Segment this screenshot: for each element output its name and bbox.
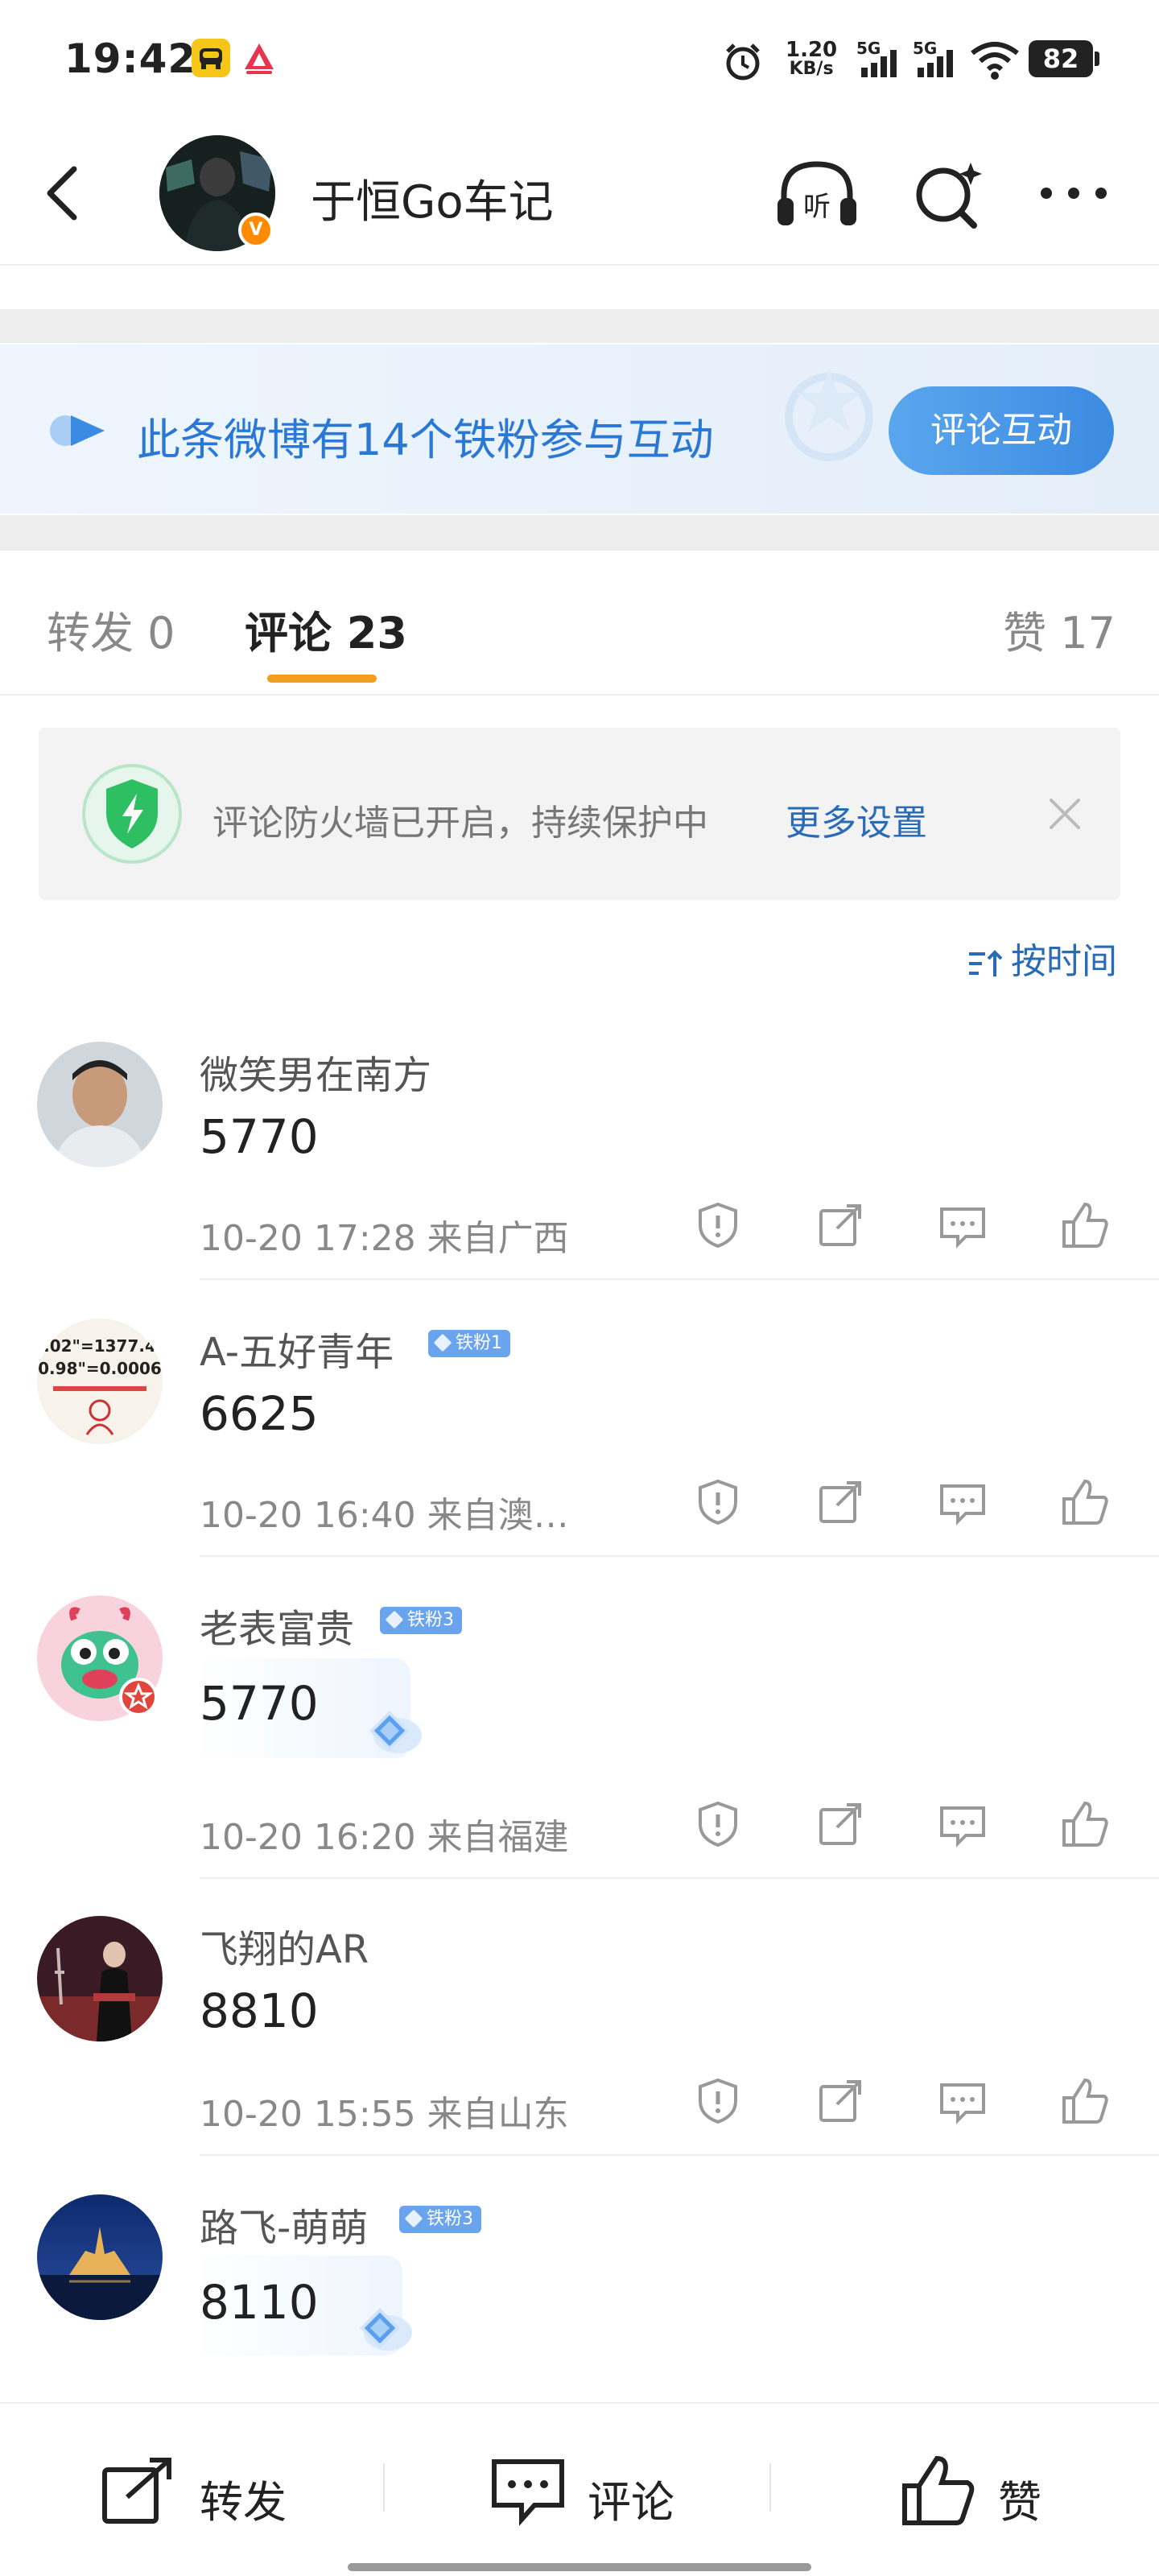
comment-button[interactable]	[489, 2450, 570, 2531]
avatar-text: 0.98"=0.0006	[38, 1359, 162, 1378]
like-icon[interactable]	[1059, 1199, 1111, 1251]
like-icon[interactable]	[1059, 1476, 1111, 1528]
listen-headphones-icon[interactable]: 听	[773, 158, 861, 230]
report-icon[interactable]	[692, 1798, 744, 1850]
comment-meta: 10-20 15:55 来自山东	[200, 2085, 569, 2136]
comment-meta: 10-20 17:28 来自广西	[200, 1209, 569, 1261]
status-time: 19:42	[64, 35, 197, 82]
more-settings-link[interactable]: 更多设置	[786, 794, 927, 845]
sort-by-time-button[interactable]: 按时间	[966, 932, 1117, 984]
comment-location: 来自广西	[427, 1218, 569, 1259]
net-speed-value: 1.20	[786, 38, 838, 62]
like-label[interactable]: 赞	[998, 2467, 1041, 2530]
author-name-title[interactable]: 于恒Go车记	[311, 166, 554, 231]
back-arrow-icon[interactable]	[40, 161, 89, 225]
divider	[200, 1877, 1159, 1879]
divider	[0, 694, 1159, 696]
comment-time: 10-20 16:20	[200, 1817, 416, 1858]
commenter-name[interactable]: 飞翔的AR	[200, 1918, 369, 1974]
tab-repost[interactable]: 转发 0	[47, 597, 175, 661]
comment-location: 来自澳…	[427, 1495, 569, 1536]
wifi-icon	[969, 40, 1021, 80]
tab-comment[interactable]: 评论 23	[245, 597, 407, 661]
like-button[interactable]	[900, 2450, 980, 2531]
diamond-sticker-icon	[354, 1699, 427, 1771]
comment-location: 来自福建	[427, 1817, 569, 1858]
fan-level-badge: 铁粉1	[428, 1330, 510, 1357]
commenter-avatar[interactable]: .02"=1377.4 0.98"=0.0006	[37, 1319, 163, 1444]
battery-indicator: 82	[1029, 40, 1099, 77]
fan-interaction-text: 此条微博有14个铁粉参与互动	[137, 415, 714, 465]
commenter-name[interactable]: 路飞-萌萌	[200, 2196, 368, 2252]
comment-text: 6625	[200, 1386, 319, 1441]
badge-star-icon	[119, 1678, 158, 1716]
comment-text: 5770	[200, 1109, 319, 1164]
commenter-avatar[interactable]	[37, 1916, 163, 2041]
alarm-icon	[721, 40, 765, 84]
divider	[769, 2463, 771, 2512]
comment-time: 10-20 16:40	[200, 1495, 416, 1536]
divider	[200, 1555, 1159, 1557]
svg-text:听: 听	[803, 191, 831, 223]
more-options-icon[interactable]	[1035, 169, 1112, 217]
section-separator	[0, 309, 1159, 343]
report-icon[interactable]	[692, 2075, 744, 2127]
comment-label[interactable]: 评论	[588, 2467, 674, 2530]
share-icon[interactable]	[815, 2075, 866, 2127]
fan-level-badge: 铁粉3	[399, 2206, 481, 2233]
diamond-sticker-icon	[344, 2296, 417, 2368]
home-indicator	[348, 2563, 811, 2571]
commenter-name[interactable]: A-五好青年	[200, 1320, 394, 1377]
like-icon[interactable]	[1059, 1798, 1111, 1850]
commenter-name[interactable]: 微笑男在南方	[200, 1043, 431, 1100]
reply-icon[interactable]	[937, 1476, 988, 1528]
signal-icon: 5G	[856, 39, 905, 80]
comment-time: 10-20 17:28	[200, 1218, 416, 1259]
sort-label: 按时间	[1011, 941, 1117, 982]
fan-level-badge: 铁粉3	[380, 1607, 462, 1634]
reply-icon[interactable]	[937, 1798, 988, 1850]
fan-play-icon	[48, 412, 109, 449]
share-icon[interactable]	[815, 1476, 866, 1528]
like-icon[interactable]	[1059, 2075, 1111, 2127]
comment-text: 5770	[200, 1676, 319, 1731]
commenter-avatar[interactable]	[37, 2194, 163, 2320]
comment-meta: 10-20 16:40 来自澳…	[200, 1486, 569, 1538]
net-speed-unit: KB/s	[789, 59, 834, 79]
share-icon[interactable]	[815, 1199, 866, 1251]
signal-icon: 5G	[913, 39, 961, 80]
reply-icon[interactable]	[937, 2075, 988, 2127]
shield-icon	[77, 762, 187, 866]
network-speed: 1.20 KB/s	[786, 38, 838, 79]
comment-text: 8110	[200, 2275, 319, 2330]
share-icon[interactable]	[815, 1798, 866, 1850]
divider	[383, 2463, 385, 2512]
reply-icon[interactable]	[937, 1199, 988, 1251]
avatar-decoration	[53, 1386, 146, 1391]
search-icon[interactable]	[908, 158, 988, 230]
section-separator	[0, 515, 1159, 551]
sort-icon	[969, 950, 1003, 976]
comment-time: 10-20 15:55	[200, 2094, 416, 2135]
app-notification-icon	[240, 39, 278, 77]
divider	[200, 1278, 1159, 1280]
comment-interaction-button[interactable]: 评论互动	[889, 386, 1114, 475]
commenter-name[interactable]: 老表富贵	[200, 1597, 354, 1653]
report-icon[interactable]	[692, 1199, 744, 1251]
comment-meta: 10-20 16:20 来自福建	[200, 1808, 569, 1860]
repost-label[interactable]: 转发	[200, 2467, 287, 2530]
close-icon[interactable]	[1046, 795, 1083, 832]
verified-badge-icon: V	[238, 213, 274, 248]
comment-location: 来自山东	[427, 2094, 569, 2135]
commenter-avatar[interactable]	[37, 1042, 163, 1167]
firewall-status-text: 评论防火墙已开启，持续保护中	[212, 803, 708, 844]
report-icon[interactable]	[692, 1476, 744, 1528]
comment-text: 8810	[200, 1984, 319, 2038]
tab-like[interactable]: 赞 17	[1003, 597, 1116, 661]
tab-active-indicator	[267, 675, 377, 683]
app-notification-icon	[192, 39, 230, 77]
avatar-text: .02"=1377.4	[43, 1336, 156, 1356]
divider	[200, 2154, 1159, 2156]
